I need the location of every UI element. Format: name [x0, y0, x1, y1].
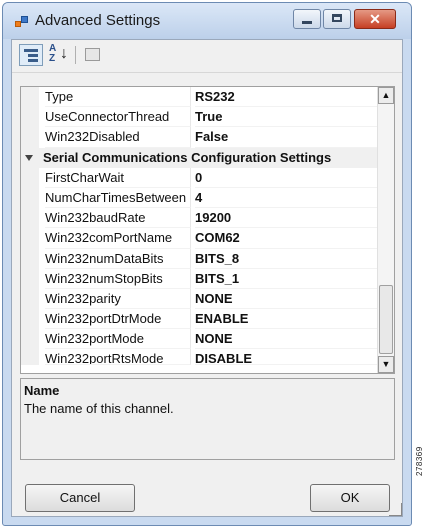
vertical-scrollbar[interactable]: ▲ ▼	[377, 87, 394, 373]
property-value[interactable]: True	[195, 107, 379, 128]
property-value[interactable]: 0	[195, 168, 379, 188]
property-value[interactable]: 4	[195, 188, 379, 209]
cancel-button[interactable]: Cancel	[25, 484, 135, 512]
property-pages-icon	[85, 48, 100, 61]
property-name: Type	[45, 87, 191, 108]
property-grid[interactable]: Type RS232 UseConnectorThread True Win232D…	[20, 86, 395, 374]
property-value[interactable]: COM62	[195, 228, 379, 249]
property-name: Win232Disabled	[45, 127, 191, 148]
ok-button[interactable]: OK	[310, 484, 390, 512]
description-pane: Name The name of this channel.	[20, 378, 395, 460]
property-name: Win232parity	[45, 288, 191, 310]
property-value[interactable]: ENABLE	[195, 309, 379, 330]
category-title: Serial Communications Configuration Sett…	[43, 149, 332, 165]
property-row[interactable]: Win232portMode NONE	[21, 329, 379, 350]
minimize-icon	[302, 21, 312, 24]
property-row[interactable]: NumCharTimesBetween 4	[21, 187, 379, 209]
scroll-thumb[interactable]	[379, 285, 393, 354]
property-pages-button[interactable]	[81, 44, 105, 66]
scroll-down-button[interactable]: ▼	[378, 356, 394, 373]
property-value[interactable]: 19200	[195, 208, 379, 229]
minimize-button[interactable]	[293, 9, 321, 29]
arrow-up-icon: ▲	[381, 90, 391, 100]
property-row[interactable]: FirstCharWait 0	[21, 167, 379, 188]
property-row[interactable]: Type RS232	[21, 87, 379, 108]
property-value[interactable]: False	[195, 127, 379, 148]
property-name: Win232portDtrMode	[45, 309, 191, 330]
dialog-body: A Z ↓ Type RS232 UseConnectorThread True W…	[11, 39, 403, 517]
maximize-icon	[332, 14, 342, 22]
property-value[interactable]: RS232	[195, 87, 379, 108]
window-title: Advanced Settings	[35, 12, 161, 29]
toolbar-separator	[75, 46, 76, 64]
property-row[interactable]: Win232Disabled False	[21, 127, 379, 148]
description-title: Name	[24, 383, 60, 398]
categorized-view-button[interactable]	[19, 44, 43, 66]
property-row[interactable]: Win232parity NONE	[21, 288, 379, 310]
property-value[interactable]: BITS_1	[195, 269, 379, 289]
description-text: The name of this channel.	[24, 401, 174, 416]
arrow-down-icon: ▼	[381, 359, 391, 369]
property-name: Win232numDataBits	[45, 248, 191, 269]
property-name: UseConnectorThread	[45, 107, 191, 128]
property-name: NumCharTimesBetween	[45, 187, 191, 209]
property-row[interactable]: Win232portDtrMode ENABLE	[21, 309, 379, 330]
close-button[interactable]: ✕	[354, 9, 396, 29]
collapse-triangle-icon[interactable]	[25, 154, 33, 161]
figure-id: 278369	[415, 446, 424, 476]
property-name: Win232baudRate	[45, 208, 191, 229]
property-name: Win232numStopBits	[45, 268, 191, 289]
property-grid-toolbar: A Z ↓	[12, 40, 402, 73]
close-icon: ✕	[369, 11, 381, 27]
property-row[interactable]: UseConnectorThread True	[21, 107, 379, 128]
alphabetical-view-button[interactable]: A Z ↓	[47, 44, 71, 66]
property-value[interactable]: DISABLE	[195, 349, 379, 366]
property-name: Win232portMode	[45, 329, 191, 350]
property-row[interactable]: Win232numDataBits BITS_8	[21, 248, 379, 269]
maximize-button[interactable]	[323, 9, 351, 29]
property-name: FirstCharWait	[45, 167, 191, 188]
property-name: Win232comPortName	[45, 228, 191, 249]
property-row[interactable]: Win232baudRate 19200	[21, 208, 379, 229]
property-rows: Type RS232 UseConnectorThread True Win232D…	[21, 87, 379, 366]
property-name: Win232portRtsMode	[45, 349, 191, 366]
property-row[interactable]: Win232comPortName COM62	[21, 228, 379, 249]
category-row[interactable]: Serial Communications Configuration Sett…	[21, 147, 379, 168]
scroll-up-button[interactable]: ▲	[378, 87, 394, 104]
resize-grip-icon[interactable]	[388, 502, 402, 516]
advanced-settings-window: Advanced Settings ✕ A Z ↓ Type RS232 Use…	[2, 2, 412, 526]
property-value[interactable]: BITS_8	[195, 249, 379, 269]
property-value[interactable]: NONE	[195, 329, 379, 350]
property-row[interactable]: Win232portRtsMode DISABLE	[21, 349, 379, 366]
app-icon	[15, 16, 28, 28]
title-bar[interactable]: Advanced Settings ✕	[3, 3, 411, 39]
property-row[interactable]: Win232numStopBits BITS_1	[21, 268, 379, 289]
property-value[interactable]: NONE	[195, 289, 379, 310]
